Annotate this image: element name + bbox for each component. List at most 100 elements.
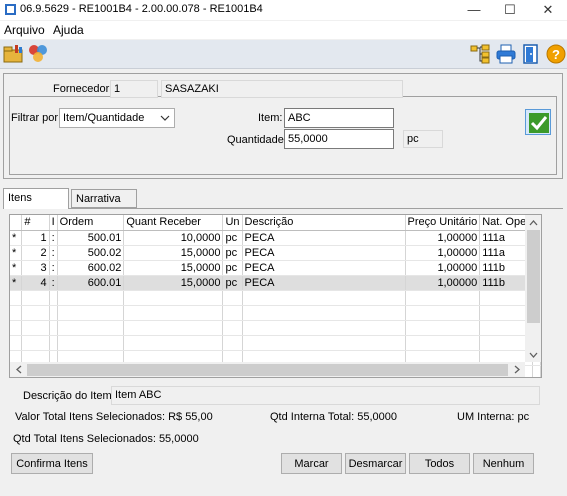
row-preco-cell[interactable]: 1,00000 <box>405 245 481 261</box>
empty-table-row[interactable] <box>10 305 541 321</box>
menu-ajuda[interactable]: Ajuda <box>53 23 84 37</box>
empty-cell[interactable] <box>21 320 50 336</box>
empty-cell[interactable] <box>21 335 50 351</box>
items-grid[interactable]: # I Ordem Quant Receber Un Descrição Pre… <box>9 214 542 378</box>
quantidade-input[interactable] <box>284 129 394 149</box>
row-mark-cell[interactable]: * <box>10 275 23 291</box>
scroll-right-icon[interactable] <box>513 365 521 377</box>
empty-cell[interactable] <box>21 290 50 306</box>
empty-cell[interactable] <box>405 305 481 321</box>
empty-cell[interactable] <box>405 290 481 306</box>
help-icon[interactable]: ? <box>546 44 566 64</box>
scroll-down-icon[interactable] <box>529 350 538 362</box>
row-descricao-cell[interactable]: PECA <box>242 245 406 261</box>
row-descricao-cell[interactable]: PECA <box>242 275 406 291</box>
folder-icon[interactable] <box>3 44 23 64</box>
row-num-cell[interactable]: 3 <box>21 260 50 276</box>
row-quant-cell[interactable]: 15,0000 <box>123 275 224 291</box>
exit-door-icon[interactable] <box>521 44 541 64</box>
empty-cell[interactable] <box>57 290 125 306</box>
row-descricao-cell[interactable]: PECA <box>242 230 406 246</box>
col-header-i[interactable]: I <box>49 215 58 231</box>
row-i-cell[interactable]: : <box>49 245 58 261</box>
row-un-cell[interactable]: pc <box>222 275 243 291</box>
marcar-button[interactable]: Marcar <box>281 453 342 474</box>
empty-cell[interactable] <box>242 305 406 321</box>
empty-cell[interactable] <box>10 320 23 336</box>
empty-cell[interactable] <box>123 320 224 336</box>
empty-cell[interactable] <box>21 305 50 321</box>
close-button[interactable]: ✕ <box>530 0 566 20</box>
row-num-cell[interactable]: 4 <box>21 275 50 291</box>
row-i-cell[interactable]: : <box>49 260 58 276</box>
filtrar-select[interactable]: Item/Quantidade <box>59 108 175 128</box>
menu-arquivo[interactable]: Arquivo <box>4 23 45 37</box>
row-preco-cell[interactable]: 1,00000 <box>405 275 481 291</box>
empty-cell[interactable] <box>242 335 406 351</box>
row-mark-cell[interactable]: * <box>10 245 23 261</box>
row-num-cell[interactable]: 2 <box>21 245 50 261</box>
empty-cell[interactable] <box>123 305 224 321</box>
horizontal-scroll-thumb[interactable] <box>27 364 508 376</box>
empty-cell[interactable] <box>242 320 406 336</box>
share-icon[interactable] <box>27 44 47 64</box>
row-descricao-cell[interactable]: PECA <box>242 260 406 276</box>
row-quant-cell[interactable]: 10,0000 <box>123 230 224 246</box>
row-ordem-cell[interactable]: 500.01 <box>57 230 125 246</box>
empty-table-row[interactable] <box>10 320 541 336</box>
confirma-itens-button[interactable]: Confirma Itens <box>11 453 93 474</box>
horizontal-scrollbar[interactable] <box>10 362 525 377</box>
table-row[interactable]: * 4:600.01 15,0000 pc PECA 1,00000 111b <box>10 275 541 291</box>
col-header-ordem[interactable]: Ordem <box>57 215 125 231</box>
empty-cell[interactable] <box>57 335 125 351</box>
vertical-scrollbar[interactable] <box>525 215 541 362</box>
empty-cell[interactable] <box>123 335 224 351</box>
empty-cell[interactable] <box>222 305 243 321</box>
desmarcar-button[interactable]: Desmarcar <box>345 453 406 474</box>
empty-table-row[interactable] <box>10 290 541 306</box>
empty-cell[interactable] <box>49 335 58 351</box>
item-input[interactable] <box>284 108 394 128</box>
row-preco-cell[interactable]: 1,00000 <box>405 230 481 246</box>
empty-cell[interactable] <box>532 365 541 377</box>
empty-cell[interactable] <box>10 335 23 351</box>
row-i-cell[interactable]: : <box>49 275 58 291</box>
table-row[interactable]: * 3:600.02 15,0000 pc PECA 1,00000 111b <box>10 260 541 276</box>
row-i-cell[interactable]: : <box>49 230 58 246</box>
row-mark-cell[interactable]: * <box>10 230 23 246</box>
empty-cell[interactable] <box>222 320 243 336</box>
row-ordem-cell[interactable]: 600.02 <box>57 260 125 276</box>
empty-cell[interactable] <box>57 305 125 321</box>
col-header-un[interactable]: Un <box>222 215 243 231</box>
tab-itens[interactable]: Itens <box>3 188 69 209</box>
empty-cell[interactable] <box>242 290 406 306</box>
empty-cell[interactable] <box>123 290 224 306</box>
print-icon[interactable] <box>496 44 516 64</box>
row-ordem-cell[interactable]: 600.01 <box>57 275 125 291</box>
table-row[interactable]: * 2:500.02 15,0000 pc PECA 1,00000 111a <box>10 245 541 261</box>
scroll-up-icon[interactable] <box>529 218 538 230</box>
maximize-button[interactable]: ☐ <box>492 0 528 20</box>
col-header-preco-unitario[interactable]: Preço Unitário <box>405 215 481 231</box>
row-ordem-cell[interactable]: 500.02 <box>57 245 125 261</box>
vertical-scroll-thumb[interactable] <box>527 230 540 323</box>
col-header-mark[interactable] <box>10 215 23 231</box>
row-preco-cell[interactable]: 1,00000 <box>405 260 481 276</box>
row-mark-cell[interactable]: * <box>10 260 23 276</box>
row-un-cell[interactable]: pc <box>222 245 243 261</box>
empty-cell[interactable] <box>49 320 58 336</box>
empty-cell[interactable] <box>10 305 23 321</box>
row-num-cell[interactable]: 1 <box>21 230 50 246</box>
empty-cell[interactable] <box>57 320 125 336</box>
empty-cell[interactable] <box>222 290 243 306</box>
scroll-left-icon[interactable] <box>15 365 23 377</box>
tab-narrativa[interactable]: Narrativa <box>71 189 137 208</box>
empty-cell[interactable] <box>49 305 58 321</box>
row-quant-cell[interactable]: 15,0000 <box>123 260 224 276</box>
nenhum-button[interactable]: Nenhum <box>473 453 534 474</box>
minimize-button[interactable]: — <box>456 0 492 20</box>
col-header-descricao[interactable]: Descrição <box>242 215 406 231</box>
table-row[interactable]: * 1:500.01 10,0000 pc PECA 1,00000 111a <box>10 230 541 246</box>
empty-table-row[interactable] <box>10 335 541 351</box>
empty-cell[interactable] <box>405 320 481 336</box>
